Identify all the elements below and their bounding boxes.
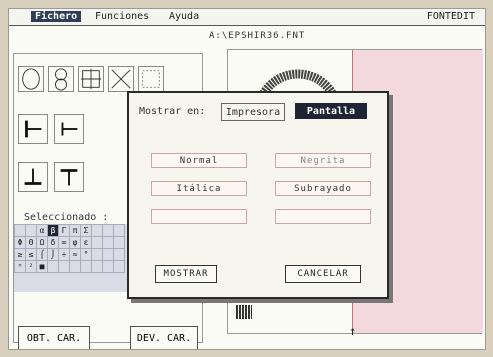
char-cell[interactable]	[102, 248, 114, 261]
char-cell[interactable]: ε	[80, 236, 92, 249]
up-arrow-icon: ↑	[349, 324, 357, 338]
char-cell[interactable]	[91, 224, 103, 237]
ellipse-shape-icon[interactable]	[18, 66, 44, 92]
menu-fichero[interactable]: Fichero	[31, 11, 82, 22]
char-cell[interactable]	[113, 248, 125, 261]
obt-car-button[interactable]: OBT. CAR.	[18, 326, 90, 349]
mostrar-dialog: Mostrar en: Impresora Pantalla Normal Ne…	[127, 91, 389, 299]
char-cell[interactable]	[102, 236, 114, 249]
char-cell[interactable]: ■	[36, 260, 48, 273]
style-normal[interactable]: Normal	[151, 153, 247, 168]
monitor-frame: Fichero Funciones Ayuda FONTEDIT A:\EPSH…	[0, 0, 493, 357]
menu-bar: Fichero Funciones Ayuda FONTEDIT	[9, 9, 485, 26]
char-cell[interactable]: Γ	[58, 224, 70, 237]
charset-grid: α β Γ π Σ Φ Θ Ω δ ∞ φ ε ≥ ≤ ⌠ ⌡ ÷ ≈ ° ⁿ …	[14, 224, 139, 292]
char-cell[interactable]: ⌡	[47, 248, 59, 261]
char-cell-selected[interactable]: β	[47, 224, 59, 237]
char-cell[interactable]	[113, 260, 125, 273]
char-cell[interactable]: ⁿ	[14, 260, 26, 273]
pattern-shape-icon[interactable]	[138, 66, 164, 92]
dev-car-button[interactable]: DEV. CAR.	[130, 326, 198, 349]
char-cell[interactable]: π	[69, 224, 81, 237]
char-cell[interactable]: δ	[47, 236, 59, 249]
char-cell[interactable]	[47, 260, 59, 273]
char-cell[interactable]: φ	[69, 236, 81, 249]
tee-up-tool-icon[interactable]	[54, 162, 84, 192]
char-cell[interactable]	[102, 260, 114, 273]
char-cell[interactable]	[91, 260, 103, 273]
char-cell[interactable]	[25, 224, 37, 237]
char-cell[interactable]	[58, 260, 70, 273]
glyph-dot-pattern	[236, 305, 252, 319]
char-cell[interactable]	[80, 260, 92, 273]
selected-label: Seleccionado :	[24, 212, 109, 223]
style-subrayado[interactable]: Subrayado	[275, 181, 371, 196]
char-cell[interactable]	[113, 224, 125, 237]
charset-row: α β Γ π Σ	[14, 224, 125, 237]
char-cell[interactable]: ²	[25, 260, 37, 273]
double-circle-shape-icon[interactable]	[48, 66, 74, 92]
option-impresora[interactable]: Impresora	[221, 103, 285, 121]
char-cell[interactable]	[91, 236, 103, 249]
charset-row: ≥ ≤ ⌠ ⌡ ÷ ≈ °	[14, 248, 125, 261]
char-cell[interactable]: °	[80, 248, 92, 261]
menu-funciones[interactable]: Funciones	[95, 11, 149, 22]
char-cell[interactable]: ⌠	[36, 248, 48, 261]
option-pantalla[interactable]: Pantalla	[295, 103, 367, 119]
charset-row: Φ Θ Ω δ ∞ φ ε	[14, 236, 125, 249]
char-cell[interactable]: ≥	[14, 248, 26, 261]
char-cell[interactable]: Θ	[25, 236, 37, 249]
menu-ayuda[interactable]: Ayuda	[169, 11, 199, 22]
char-cell[interactable]	[91, 248, 103, 261]
style-negrita[interactable]: Negrita	[275, 153, 371, 168]
cancelar-button[interactable]: CANCELAR	[285, 265, 361, 283]
char-cell[interactable]: Σ	[80, 224, 92, 237]
cross-grid-shape-icon[interactable]	[78, 66, 104, 92]
char-cell[interactable]	[69, 260, 81, 273]
tee-left-tool-icon[interactable]	[18, 114, 48, 144]
char-cell[interactable]: Ω	[36, 236, 48, 249]
file-path: A:\EPSHIR36.FNT	[209, 31, 306, 41]
char-cell[interactable]	[113, 236, 125, 249]
char-cell[interactable]: ≤	[25, 248, 37, 261]
shape-tools	[18, 66, 198, 94]
char-cell[interactable]	[14, 224, 26, 237]
screen: Fichero Funciones Ayuda FONTEDIT A:\EPSH…	[8, 8, 486, 350]
tee-down-tool-icon[interactable]	[18, 162, 48, 192]
char-cell[interactable]: ≈	[69, 248, 81, 261]
mostrar-button[interactable]: MOSTRAR	[155, 265, 217, 283]
empty-field-left	[151, 209, 247, 224]
char-cell[interactable]: Φ	[14, 236, 26, 249]
style-italica[interactable]: Itálica	[151, 181, 247, 196]
mostrar-en-label: Mostrar en:	[139, 106, 206, 117]
char-cell[interactable]	[102, 224, 114, 237]
char-cell[interactable]: ∞	[58, 236, 70, 249]
char-cell[interactable]: α	[36, 224, 48, 237]
charset-row: ⁿ ² ■	[14, 260, 125, 273]
app-name: FONTEDIT	[426, 11, 475, 22]
empty-field-right	[275, 209, 371, 224]
diagonal-shape-icon[interactable]	[108, 66, 134, 92]
tee-right-tool-icon[interactable]	[54, 114, 84, 144]
char-cell[interactable]: ÷	[58, 248, 70, 261]
